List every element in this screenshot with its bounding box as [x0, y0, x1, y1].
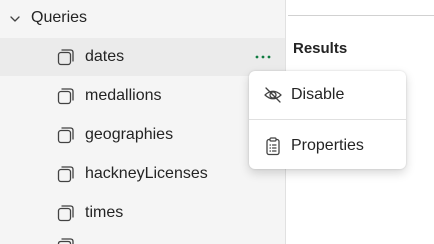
query-icon [57, 127, 74, 144]
query-icon [57, 205, 74, 222]
menu-item-disable[interactable]: Disable [249, 72, 406, 118]
query-label: hackneyLicenses [85, 165, 208, 182]
query-item-medallions[interactable]: medallions [0, 77, 285, 115]
menu-item-label: Properties [291, 137, 364, 154]
queries-group-label: Queries [31, 9, 88, 26]
menu-separator [249, 119, 406, 120]
eye-off-icon [264, 87, 282, 103]
query-item-geographies[interactable]: geographies [0, 116, 285, 154]
queries-pane: Queries dates medallions geographies hac… [0, 0, 285, 244]
query-label: times [85, 204, 124, 221]
context-menu: Disable Properties [249, 71, 406, 169]
queries-group-header[interactable]: Queries [0, 6, 285, 32]
ellipsis-icon [255, 55, 271, 59]
query-icon [57, 49, 74, 66]
query-item-hackneylicenses[interactable]: hackneyLicenses [0, 155, 285, 193]
query-icon [57, 166, 74, 183]
query-item-dates[interactable]: dates [0, 38, 285, 76]
chevron-down-icon[interactable] [8, 12, 22, 26]
query-label: dates [85, 48, 125, 65]
results-title: Results [293, 40, 348, 57]
query-item-times[interactable]: times [0, 194, 285, 232]
query-label: medallions [85, 87, 162, 104]
menu-item-label: Disable [291, 86, 345, 103]
query-label: geographies [85, 126, 174, 143]
results-top-border [288, 15, 434, 16]
query-icon [57, 88, 74, 105]
query-icon [57, 238, 74, 244]
clipboard-list-icon [266, 137, 280, 156]
more-options-button[interactable] [250, 47, 276, 67]
menu-item-properties[interactable]: Properties [249, 123, 406, 169]
